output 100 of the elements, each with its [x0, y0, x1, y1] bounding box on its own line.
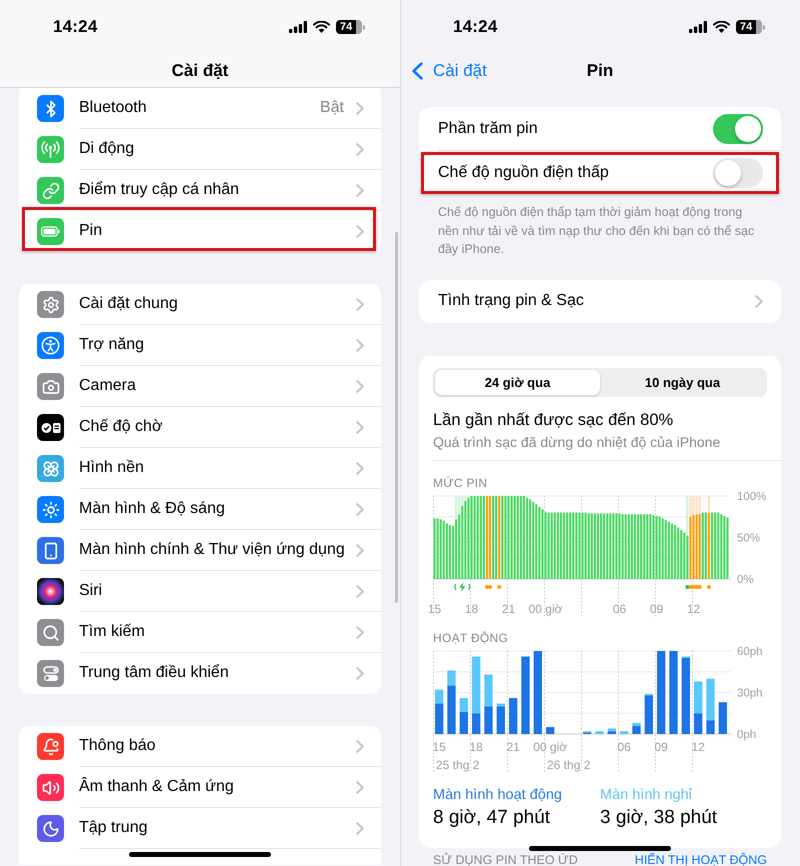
chevron-right-icon — [356, 380, 364, 392]
axis-label: 0% — [737, 574, 754, 586]
chevron-right-icon — [356, 666, 364, 680]
screen-on-bar — [546, 726, 554, 734]
settings-item[interactable]: Camera — [19, 366, 381, 407]
settings-item[interactable]: Trợ năng — [19, 325, 381, 366]
setting-label: Chế độ nguồn điện thấp — [438, 164, 609, 182]
axis-label: 18 — [464, 602, 478, 616]
settings-item[interactable]: Âm thanh & Cảm ứng — [19, 767, 381, 808]
settings-item[interactable]: Màn hình & Độ sáng — [19, 489, 381, 530]
settings-item[interactable]: Hình nền — [19, 448, 381, 489]
screen-off-bar — [694, 680, 702, 713]
moon-icon — [37, 815, 64, 842]
axis-label: 09 — [650, 602, 664, 616]
back-button[interactable]: Cài đặt — [412, 61, 487, 81]
chevron-right-icon — [356, 822, 364, 834]
screen-on-bar — [509, 698, 518, 734]
screen-on-bar — [608, 730, 616, 734]
orb-icon — [37, 578, 64, 605]
chevron-right-icon — [356, 298, 364, 310]
settings-item[interactable]: Siri — [19, 571, 381, 612]
charging-band — [686, 496, 688, 536]
settings-item[interactable]: Di động — [19, 129, 381, 170]
screen-off-bar — [595, 730, 604, 734]
axis-label: 06 — [617, 740, 631, 754]
footnote-text: Chế độ nguồn điện thấp tạm thời giảm hoạt động trong nền như tải về và tìm nạp thư cho đến khi bạn có thể sạc đầy iPhone. — [437, 204, 756, 258]
speaker-icon — [37, 774, 64, 801]
settings-item[interactable]: Cài đặt chung — [19, 284, 381, 325]
clock-panel-icon — [37, 414, 64, 441]
battery-indicator: 74 — [736, 20, 765, 34]
settings-item[interactable]: Tình trạng pin & Sạc — [419, 280, 781, 322]
axis-label: 21 — [506, 740, 520, 754]
settings-item[interactable]: Thông báo — [19, 726, 381, 767]
chevron-right-icon — [356, 544, 364, 556]
chevron-right-icon — [356, 626, 364, 638]
chevron-right-icon — [356, 462, 364, 474]
link-icon — [37, 177, 64, 204]
settings-item[interactable]: Điểm truy cập cá nhân — [19, 170, 381, 211]
axis-label: 100% — [737, 490, 766, 502]
screen-off-bar — [496, 703, 505, 706]
settings-item[interactable]: Trung tâm điều khiển — [19, 653, 381, 694]
chevron-right-icon — [356, 224, 364, 238]
chart-title: MỨC PIN — [433, 476, 488, 490]
camera-icon — [37, 373, 64, 400]
screen-on-bar — [472, 712, 480, 734]
show-activity-link[interactable]: HIỂN THỊ HOẠT ĐỘNG — [634, 852, 767, 866]
settings-item[interactable]: Pin — [19, 211, 381, 252]
screen-off-bar — [484, 674, 493, 706]
axis-label: 12 — [686, 602, 700, 616]
chevron-right-icon — [356, 338, 364, 352]
chevron-right-icon — [356, 740, 364, 752]
date-label: 26 thg 2 — [547, 758, 590, 772]
duration-value: 8 giờ, 47 phút — [433, 806, 550, 830]
settings-item[interactable]: Màn hình chính & Thư viện ứng dụng — [19, 530, 381, 571]
screen-on-bar — [644, 694, 653, 734]
setting-label: Phần trăm pin — [438, 120, 538, 138]
chevron-right-icon — [356, 502, 364, 516]
screen-on-bar — [496, 706, 505, 734]
screen-off-bar — [460, 698, 468, 712]
toggle-switch[interactable] — [713, 158, 763, 188]
axis-label: 18 — [469, 740, 483, 754]
low-power-dot — [706, 584, 711, 588]
duration-value: 3 giờ, 38 phút — [600, 806, 718, 830]
chevron-right-icon — [356, 584, 364, 598]
axis-label: 30ph — [737, 687, 763, 699]
chevron-right-icon — [356, 184, 364, 196]
segment-tab[interactable]: 24 giờ qua — [435, 370, 600, 394]
status-time: 14:24 — [453, 17, 498, 37]
legend-label: Màn hình hoạt động — [433, 786, 562, 804]
chevron-right-icon — [356, 780, 364, 794]
chevron-right-icon — [356, 142, 364, 156]
charge-status-note: Quá trình sạc đã dừng do nhiệt độ của iPhone — [433, 432, 722, 450]
signal-icon — [289, 21, 307, 33]
screen-off-bar — [435, 689, 444, 704]
screen-off-bar — [632, 722, 641, 726]
battery-indicator: 74 — [336, 20, 365, 34]
charge-status-title: Lần gần nhất được sạc đến 80% — [433, 410, 674, 430]
settings-item[interactable]: Bluetooth Bật — [19, 88, 381, 129]
chevron-right-icon — [356, 102, 364, 114]
settings-icon — [37, 291, 64, 318]
settings-item[interactable]: Tập trung — [19, 808, 381, 849]
screen-off-bar — [620, 730, 628, 734]
axis-label: 00 giờ — [528, 602, 562, 616]
settings-item[interactable]: Tìm kiếm — [19, 612, 381, 653]
screen-on-bar — [460, 711, 468, 734]
axis-label: 15 — [428, 602, 442, 616]
nav-title: Cài đặt — [172, 60, 228, 80]
axis-label: 09 — [654, 740, 668, 754]
settings-item[interactable]: Chế độ chờ — [19, 407, 381, 448]
flower-icon — [37, 455, 64, 482]
screen-on-bar — [435, 703, 444, 734]
low-power-dot — [497, 584, 502, 588]
chevron-right-icon — [356, 420, 364, 434]
axis-label: 60ph — [737, 646, 763, 658]
wifi-icon — [713, 21, 730, 33]
section-header: SỬ DỤNG PIN THEO ỨD — [433, 852, 578, 866]
screen-off-bar — [706, 678, 715, 720]
toggle-switch[interactable] — [713, 114, 763, 144]
segment-tab[interactable]: 10 ngày qua — [600, 370, 765, 394]
antenna-icon — [37, 136, 64, 163]
